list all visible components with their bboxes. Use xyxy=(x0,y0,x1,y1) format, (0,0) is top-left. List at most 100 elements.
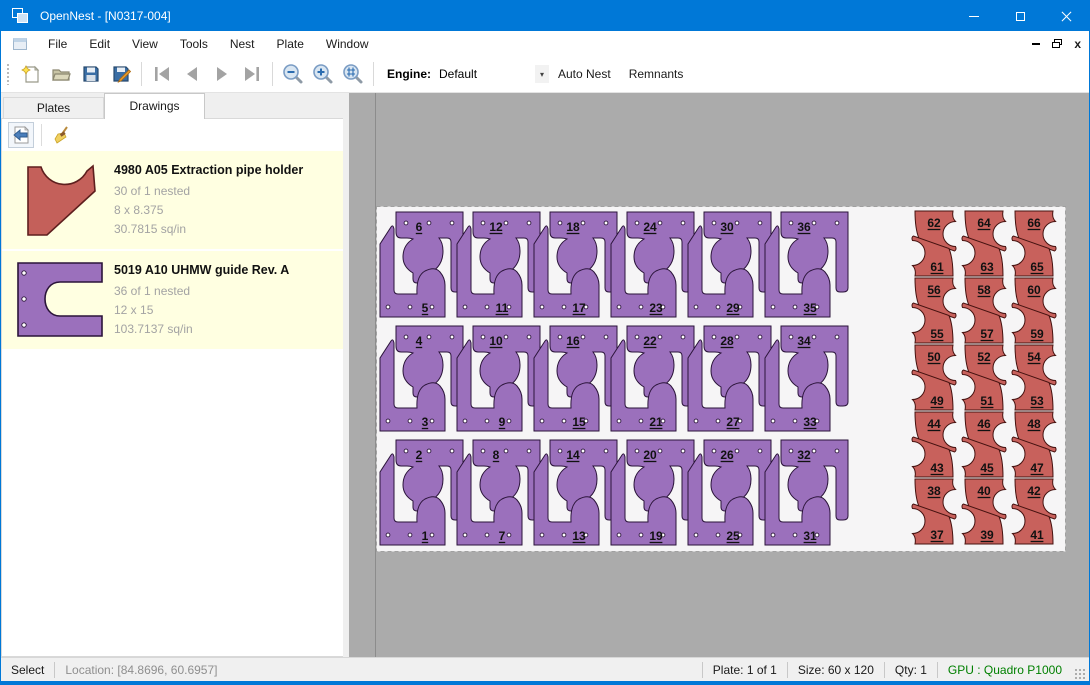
part-number: 53 xyxy=(1030,394,1044,408)
engine-value: Default xyxy=(437,67,535,81)
new-file-button[interactable] xyxy=(16,60,46,88)
last-arrow-icon xyxy=(242,65,262,83)
drawing-nested-count: 36 of 1 nested xyxy=(114,282,337,301)
zoom-out-button[interactable] xyxy=(278,60,308,88)
part-number: 41 xyxy=(1030,528,1044,542)
part-number: 35 xyxy=(803,301,817,315)
broom-icon xyxy=(52,125,72,145)
menu-nest[interactable]: Nest xyxy=(219,33,266,55)
open-file-button[interactable] xyxy=(46,60,76,88)
mdi-close-icon[interactable]: x xyxy=(1074,39,1081,49)
drawings-panel: 4980 A05 Extraction pipe holder 30 of 1 … xyxy=(1,118,343,657)
import-drawing-button[interactable] xyxy=(8,122,34,148)
part-number: 19 xyxy=(649,529,663,543)
drawing-list-item[interactable]: 4980 A05 Extraction pipe holder 30 of 1 … xyxy=(2,151,343,249)
maximize-button[interactable] xyxy=(997,1,1043,31)
resize-grip[interactable] xyxy=(1074,668,1086,680)
chevron-down-icon[interactable]: ▾ xyxy=(535,65,549,83)
part-number: 49 xyxy=(930,394,944,408)
previous-arrow-icon xyxy=(182,65,202,83)
menu-window[interactable]: Window xyxy=(315,33,380,55)
part-number: 43 xyxy=(930,461,944,475)
part-number: 24 xyxy=(643,220,657,234)
part-number: 17 xyxy=(572,301,586,315)
zoom-in-icon xyxy=(312,63,334,85)
part-number: 1 xyxy=(422,529,429,543)
part-number: 26 xyxy=(720,448,734,462)
last-plate-button[interactable] xyxy=(237,60,267,88)
remnants-button[interactable]: Remnants xyxy=(620,61,693,87)
part-number: 55 xyxy=(930,327,944,341)
drawing-area: 103.7137 sq/in xyxy=(114,320,337,339)
toolbar-grip[interactable] xyxy=(6,63,10,85)
part-number: 9 xyxy=(499,415,506,429)
part-number: 13 xyxy=(572,529,586,543)
engine-label: Engine: xyxy=(387,67,431,81)
menu-edit[interactable]: Edit xyxy=(78,33,121,55)
mdi-system-icon[interactable] xyxy=(13,38,27,50)
first-plate-button[interactable] xyxy=(147,60,177,88)
part-number: 28 xyxy=(720,334,734,348)
save-as-button[interactable] xyxy=(106,60,136,88)
part-number: 7 xyxy=(499,529,506,543)
menu-tools[interactable]: Tools xyxy=(169,33,219,55)
plate-view[interactable]: 6512111817242330293635431091615222128273… xyxy=(376,206,1066,552)
menu-file[interactable]: File xyxy=(37,33,78,55)
status-gpu: GPU : Quadro P1000 xyxy=(938,663,1072,677)
previous-plate-button[interactable] xyxy=(177,60,207,88)
auto-nest-button[interactable]: Auto Nest xyxy=(549,61,620,87)
zoom-fit-icon xyxy=(342,63,364,85)
mdi-restore-icon[interactable] xyxy=(1052,39,1062,48)
save-icon xyxy=(81,64,101,84)
clear-drawings-button[interactable] xyxy=(49,122,75,148)
drawing-list-item[interactable]: 5019 A10 UHMW guide Rev. A 36 of 1 neste… xyxy=(2,251,343,349)
menu-view[interactable]: View xyxy=(121,33,169,55)
status-plate: Plate: 1 of 1 xyxy=(703,663,787,677)
zoom-in-button[interactable] xyxy=(308,60,338,88)
part-number: 64 xyxy=(977,216,991,230)
tab-plates[interactable]: Plates xyxy=(3,97,104,119)
panel-tabs: Plates Drawings xyxy=(1,93,349,119)
part-number: 33 xyxy=(803,415,817,429)
part-number: 62 xyxy=(927,216,941,230)
next-plate-button[interactable] xyxy=(207,60,237,88)
part-number: 30 xyxy=(720,220,734,234)
new-file-icon xyxy=(21,64,41,84)
drawing-size: 8 x 8.375 xyxy=(114,201,337,220)
minimize-button[interactable] xyxy=(951,1,997,31)
drawing-nested-count: 30 of 1 nested xyxy=(114,182,337,201)
engine-select[interactable]: Default ▾ xyxy=(437,63,549,85)
drawings-list: 4980 A05 Extraction pipe holder 30 of 1 … xyxy=(2,151,343,656)
part-number: 60 xyxy=(1027,283,1041,297)
status-mode: Select xyxy=(1,663,54,677)
part-number: 21 xyxy=(649,415,663,429)
part-number: 25 xyxy=(726,529,740,543)
drawing-thumbnail xyxy=(14,259,114,341)
mdi-minimize-icon[interactable] xyxy=(1032,43,1040,45)
part-number: 5 xyxy=(422,301,429,315)
part-number: 54 xyxy=(1027,350,1041,364)
close-button[interactable] xyxy=(1043,1,1089,31)
part-number: 20 xyxy=(643,448,657,462)
part-number: 10 xyxy=(489,334,503,348)
menu-plate[interactable]: Plate xyxy=(266,33,315,55)
drawing-meta: 4980 A05 Extraction pipe holder 30 of 1 … xyxy=(114,159,337,241)
part-number: 32 xyxy=(797,448,811,462)
save-button[interactable] xyxy=(76,60,106,88)
status-size: Size: 60 x 120 xyxy=(788,663,884,677)
part-number: 14 xyxy=(566,448,580,462)
left-panel: Plates Drawings xyxy=(1,93,349,657)
tab-drawings[interactable]: Drawings xyxy=(104,93,205,119)
part-number: 15 xyxy=(572,415,586,429)
status-bar: Select Location: [84.8696, 60.6957] Plat… xyxy=(1,657,1089,681)
part-number: 66 xyxy=(1027,216,1041,230)
part-number: 11 xyxy=(496,301,509,315)
part-number: 18 xyxy=(566,220,580,234)
nest-canvas[interactable]: 6512111817242330293635431091615222128273… xyxy=(349,93,1089,657)
part-number: 37 xyxy=(930,528,944,542)
import-drawing-icon xyxy=(11,125,31,145)
zoom-fit-button[interactable] xyxy=(338,60,368,88)
part-number: 57 xyxy=(980,327,994,341)
drawing-meta: 5019 A10 UHMW guide Rev. A 36 of 1 neste… xyxy=(114,259,337,341)
part-number: 4 xyxy=(416,334,423,348)
